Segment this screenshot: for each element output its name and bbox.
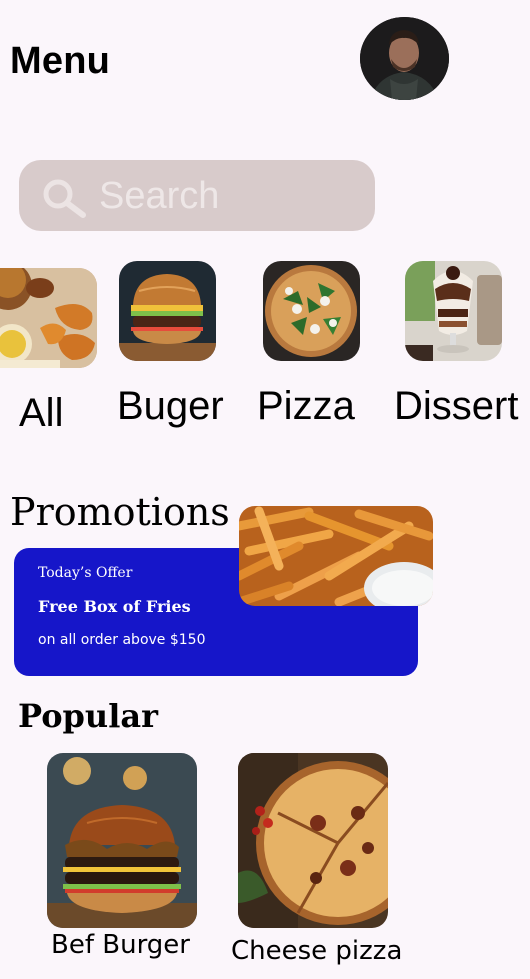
promo-fries-image	[239, 506, 433, 606]
category-label-pizza[interactable]: Pizza	[257, 384, 355, 429]
avatar[interactable]	[360, 17, 449, 100]
promo-detail: on all order above $150	[38, 632, 206, 648]
category-all-image[interactable]	[0, 268, 97, 368]
promotions-heading: Promotions	[10, 490, 230, 534]
search-input[interactable]	[97, 170, 361, 222]
page-title: Menu	[10, 40, 111, 82]
popular-item-image-pizza[interactable]	[238, 753, 388, 928]
promo-headline: Free Box of Fries	[38, 597, 191, 616]
popular-heading: Popular	[18, 697, 158, 735]
promo-eyebrow: Today’s Offer	[38, 565, 133, 581]
category-label-dessert[interactable]: Dissert	[394, 384, 518, 429]
category-label-burger[interactable]: Buger	[117, 384, 224, 429]
category-burger-image[interactable]	[119, 261, 216, 361]
popular-item-label-pizza[interactable]: Cheese pizza	[231, 936, 402, 966]
category-dessert-image[interactable]	[405, 261, 502, 361]
popular-item-label-burger[interactable]: Bef Burger	[51, 930, 190, 960]
category-label-all[interactable]: All	[19, 391, 63, 436]
popular-item-image-burger[interactable]	[47, 753, 197, 928]
search-bar[interactable]	[19, 160, 375, 231]
category-pizza-image[interactable]	[263, 261, 360, 361]
search-icon	[43, 179, 86, 218]
